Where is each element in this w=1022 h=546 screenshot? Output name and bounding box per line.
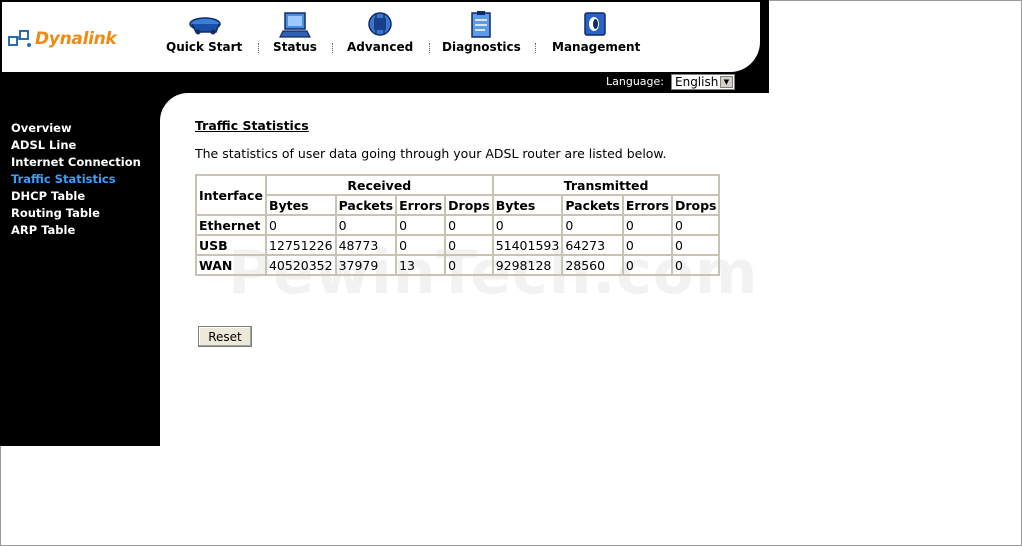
header-bar: Dynalink Quick Start Status Advanced Dia…	[0, 0, 769, 93]
table-cell: 0	[621, 214, 673, 236]
table-cell: 13	[395, 254, 447, 276]
table-row: WAN 40520352 37979 13 0 9298128 28560 0 …	[195, 254, 721, 276]
table-header-row: Interface Received Transmitted	[195, 174, 721, 216]
table-cell: 0	[334, 214, 398, 236]
chevron-down-icon[interactable]: ▼	[720, 76, 733, 88]
table-cell: 12751226	[264, 234, 337, 256]
sidebar-item-arp-table[interactable]: ARP Table	[11, 222, 141, 239]
sidebar-item-routing-table[interactable]: Routing Table	[11, 205, 141, 222]
table-cell: 0	[444, 214, 494, 236]
table-cell: 0	[621, 234, 673, 256]
table-cell: 0	[444, 234, 494, 256]
sidebar-item-adsl-line[interactable]: ADSL Line	[11, 137, 141, 154]
reset-button[interactable]: Reset	[198, 326, 252, 347]
column-header: Packets	[334, 194, 398, 216]
nav-separator	[429, 43, 430, 53]
table-row: Ethernet 0 0 0 0 0 0 0 0	[195, 214, 721, 236]
column-header: Errors	[395, 194, 447, 216]
nav-management[interactable]: Management	[552, 10, 641, 60]
language-label: Language:	[606, 75, 664, 88]
column-header: Bytes	[264, 194, 337, 216]
chip-icon	[368, 12, 392, 36]
table-cell: 28560	[561, 254, 624, 276]
nav-separator	[535, 43, 536, 53]
table-cell: 0	[561, 214, 624, 236]
nav-separator	[258, 43, 259, 53]
interface-name: USB	[195, 234, 267, 256]
interface-name: WAN	[195, 254, 267, 276]
column-header: Drops	[670, 194, 721, 216]
management-icon	[584, 12, 606, 36]
nav-label: Diagnostics	[442, 40, 521, 54]
table-cell: 0	[491, 214, 564, 236]
nav-diagnostics[interactable]: Diagnostics	[442, 10, 521, 60]
nav-label: Status	[273, 40, 317, 54]
column-header: Errors	[621, 194, 673, 216]
table-cell: 51401593	[491, 234, 564, 256]
table-cell: 0	[621, 254, 673, 276]
nav-quick-start[interactable]: Quick Start	[166, 10, 242, 60]
clipboard-icon	[471, 11, 491, 38]
received-header: Received	[264, 174, 494, 196]
table-cell: 0	[395, 234, 447, 256]
sidebar-item-traffic-statistics[interactable]: Traffic Statistics	[11, 171, 141, 188]
monitor-icon	[279, 12, 311, 38]
table-cell: 0	[670, 214, 721, 236]
table-cell: 0	[670, 254, 721, 276]
table-row: USB 12751226 48773 0 0 51401593 64273 0 …	[195, 234, 721, 256]
nav-status[interactable]: Status	[272, 10, 318, 60]
table-cell: 9298128	[491, 254, 564, 276]
table-cell: 37979	[334, 254, 398, 276]
table-cell: 40520352	[264, 254, 337, 276]
page-description: The statistics of user data going throug…	[195, 146, 667, 161]
table-subheader-row: Bytes Packets Errors Drops Bytes Packets…	[196, 194, 721, 216]
column-header: Packets	[561, 194, 624, 216]
traffic-statistics-table: Interface Received Transmitted Bytes Pac…	[195, 174, 721, 276]
transmitted-header: Transmitted	[491, 174, 721, 196]
interface-header: Interface	[195, 174, 267, 216]
nav-advanced[interactable]: Advanced	[347, 10, 413, 60]
sidebar-item-internet-connection[interactable]: Internet Connection	[11, 154, 141, 171]
sidebar-item-overview[interactable]: Overview	[11, 120, 141, 137]
header-panel: Dynalink Quick Start Status Advanced Dia…	[2, 2, 760, 72]
nav-separator	[332, 43, 333, 53]
language-selected-value: English	[675, 75, 719, 89]
table-cell: 0	[670, 234, 721, 256]
nav-label: Quick Start	[166, 40, 243, 54]
nav-label: Advanced	[347, 40, 414, 54]
sidebar-item-dhcp-table[interactable]: DHCP Table	[11, 188, 141, 205]
page-title: Traffic Statistics	[195, 118, 309, 133]
nav-label: Management	[552, 40, 641, 54]
column-header: Drops	[444, 194, 494, 216]
column-header: Bytes	[491, 194, 564, 216]
table-cell: 0	[264, 214, 337, 236]
table-cell: 64273	[561, 234, 624, 256]
brand-logo: Dynalink	[8, 27, 117, 51]
table-cell: 0	[395, 214, 447, 236]
table-cell: 48773	[334, 234, 398, 256]
language-select[interactable]: English ▼	[671, 74, 735, 90]
quick-start-icon	[189, 17, 221, 35]
sidebar-menu: Overview ADSL Line Internet Connection T…	[11, 120, 141, 239]
brand-name: Dynalink	[35, 29, 117, 49]
interface-name: Ethernet	[195, 214, 267, 236]
dynalink-logo-icon	[8, 30, 31, 47]
table-cell: 0	[444, 254, 494, 276]
